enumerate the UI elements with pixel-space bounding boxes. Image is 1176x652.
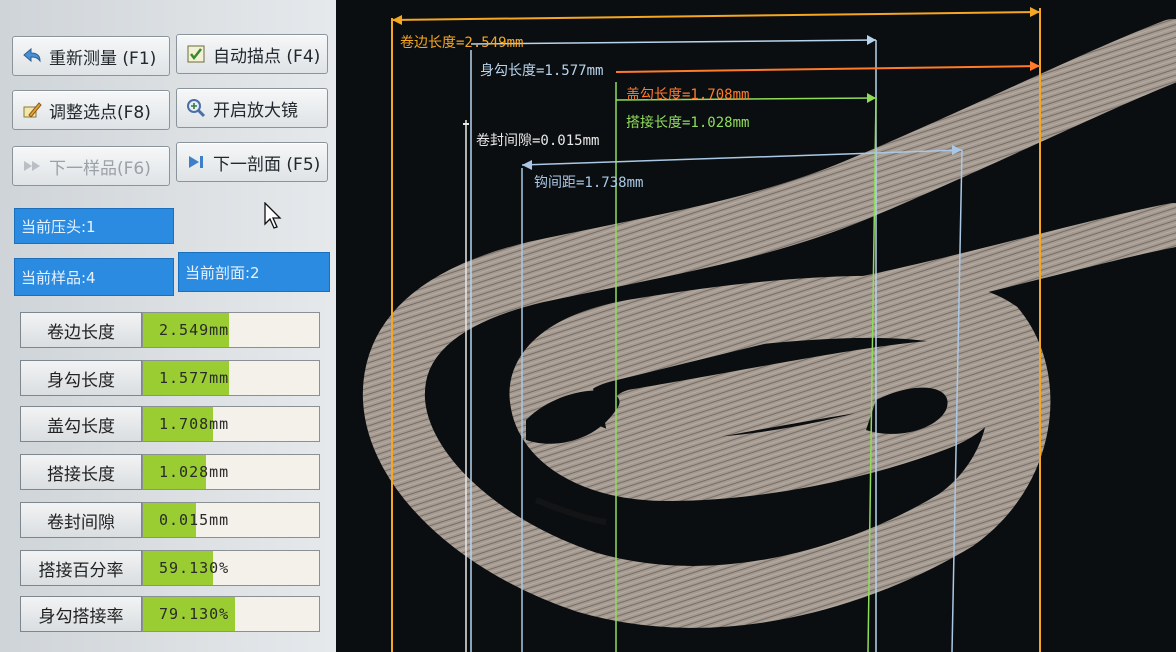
open-magnifier-label: 开启放大镜	[213, 100, 298, 121]
overlap-annotation: 搭接长度=1.028mm	[626, 115, 750, 131]
metric-value: 59.130%	[159, 559, 230, 577]
mouse-cursor	[264, 201, 284, 234]
remeasure-label: 重新测量 (F1)	[49, 48, 157, 69]
auto-point-button[interactable]: 自动描点 (F4)	[176, 34, 328, 74]
next-section-label: 下一剖面 (F5)	[213, 154, 321, 175]
metric-value-box: 59.130%	[142, 550, 320, 586]
next-sample-button[interactable]: 下一样品(F6)	[12, 146, 170, 186]
open-magnifier-button[interactable]: 开启放大镜	[176, 88, 328, 128]
metric-value-box: 79.130%	[142, 596, 320, 632]
metric-value: 79.130%	[159, 605, 230, 623]
measurement-panel: 重新测量 (F1) 自动描点 (F4) 调整选点(F8) 开启放大镜 下一样品(…	[0, 0, 336, 652]
metric-value-box: 1.708mm	[142, 406, 320, 442]
metric-value: 0.015mm	[159, 511, 230, 529]
hook-spacing-annotation: 钩间距=1.738mm	[534, 175, 644, 191]
next-section-button[interactable]: 下一剖面 (F5)	[176, 142, 328, 182]
metric-value: 1.028mm	[159, 463, 230, 481]
adjust-points-label: 调整选点(F8)	[49, 102, 151, 123]
remeasure-button[interactable]: 重新测量 (F1)	[12, 36, 170, 76]
metric-value: 1.577mm	[159, 369, 230, 387]
auto-point-label: 自动描点 (F4)	[213, 46, 321, 67]
pencil-edit-icon	[21, 99, 43, 121]
seam-gap-annotation: 卷封间隙=0.015mm	[476, 133, 600, 149]
seam-length-annotation: 卷边长度=2.549mm	[400, 35, 524, 51]
metric-label: 搭接百分率	[20, 550, 142, 586]
seam-image	[362, 7, 1176, 652]
current-head-status: 当前压头:1	[14, 208, 174, 244]
checkbox-icon	[185, 43, 207, 65]
metric-value: 1.708mm	[159, 415, 230, 433]
metric-label: 卷封间隙	[20, 502, 142, 538]
metric-value-box: 1.577mm	[142, 360, 320, 396]
adjust-points-button[interactable]: 调整选点(F8)	[12, 90, 170, 130]
cover-hook-annotation: 盖勾长度=1.708mm	[626, 87, 750, 103]
skip-forward-icon	[21, 155, 43, 177]
metric-value-box: 2.549mm	[142, 312, 320, 348]
metric-label: 身勾长度	[20, 360, 142, 396]
cross-section-viewer[interactable]: 卷边长度=2.549mm 身勾长度=1.577mm 盖勾长度=1.708mm 搭…	[336, 0, 1176, 652]
metric-label: 盖勾长度	[20, 406, 142, 442]
metric-value: 2.549mm	[159, 321, 230, 339]
undo-arrow-icon	[21, 45, 43, 67]
metric-label: 身勾搭接率	[20, 596, 142, 632]
next-track-icon	[185, 151, 207, 173]
metric-value-box: 0.015mm	[142, 502, 320, 538]
body-hook-annotation: 身勾长度=1.577mm	[480, 63, 604, 79]
metric-value-box: 1.028mm	[142, 454, 320, 490]
metric-label: 搭接长度	[20, 454, 142, 490]
current-section-status: 当前剖面:2	[178, 252, 330, 292]
magnifier-icon	[185, 97, 207, 119]
metric-label: 卷边长度	[20, 312, 142, 348]
current-sample-status: 当前样品:4	[14, 258, 174, 296]
next-sample-label: 下一样品(F6)	[49, 158, 151, 179]
